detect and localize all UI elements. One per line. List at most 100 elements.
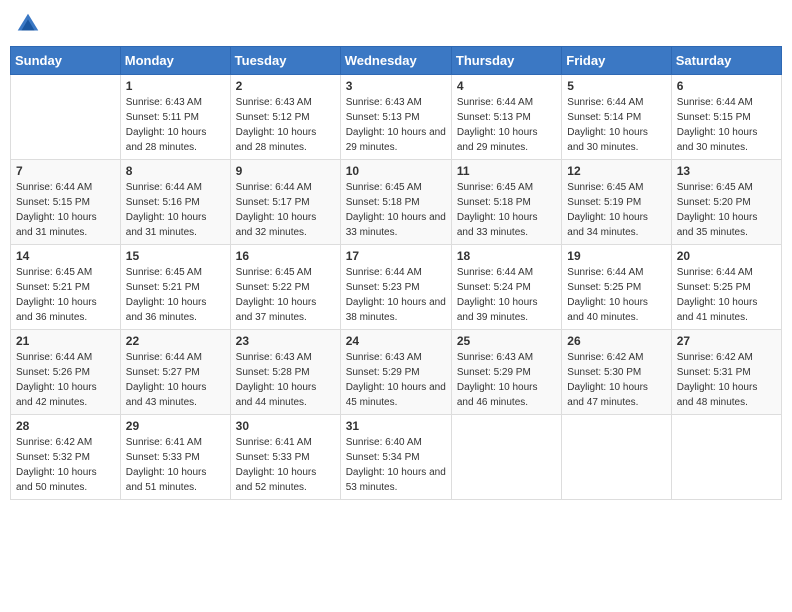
day-info: Sunrise: 6:44 AMSunset: 5:17 PMDaylight:… — [236, 180, 335, 240]
day-number: 10 — [346, 164, 446, 178]
calendar-cell: 4 Sunrise: 6:44 AMSunset: 5:13 PMDaylight… — [451, 75, 561, 160]
day-number: 16 — [236, 249, 335, 263]
day-number: 9 — [236, 164, 335, 178]
day-number: 17 — [346, 249, 446, 263]
calendar-cell: 14Sunrise: 6:45 AMSunset: 5:21 PMDayligh… — [11, 245, 121, 330]
day-number: 13 — [677, 164, 776, 178]
day-number: 15 — [126, 249, 225, 263]
day-header-tuesday: Tuesday — [230, 47, 340, 75]
calendar-cell: 1 Sunrise: 6:43 AMSunset: 5:11 PMDaylight… — [120, 75, 230, 160]
calendar-cell: 3 Sunrise: 6:43 AMSunset: 5:13 PMDaylight… — [340, 75, 451, 160]
day-info: Sunrise: 6:43 AMSunset: 5:13 PMDaylight:… — [346, 95, 446, 155]
calendar-cell: 17 Sunrise: 6:44 AMSunset: 5:23 PMDayligh… — [340, 245, 451, 330]
calendar-cell — [671, 415, 781, 500]
calendar-week-1: 1 Sunrise: 6:43 AMSunset: 5:11 PMDaylight… — [11, 75, 782, 160]
calendar-cell: 25 Sunrise: 6:43 AMSunset: 5:29 PMDayligh… — [451, 330, 561, 415]
day-info: Sunrise: 6:43 AMSunset: 5:11 PMDaylight:… — [126, 95, 225, 155]
logo-icon — [14, 10, 42, 38]
day-number: 20 — [677, 249, 776, 263]
day-info: Sunrise: 6:44 AMSunset: 5:26 PMDaylight:… — [16, 350, 115, 410]
calendar-cell: 20 Sunrise: 6:44 AMSunset: 5:25 PMDayligh… — [671, 245, 781, 330]
day-info: Sunrise: 6:42 AMSunset: 5:30 PMDaylight:… — [567, 350, 665, 410]
day-number: 4 — [457, 79, 556, 93]
day-header-friday: Friday — [562, 47, 671, 75]
calendar-cell: 27 Sunrise: 6:42 AMSunset: 5:31 PMDayligh… — [671, 330, 781, 415]
calendar-cell: 11 Sunrise: 6:45 AMSunset: 5:18 PMDayligh… — [451, 160, 561, 245]
day-info: Sunrise: 6:44 AMSunset: 5:14 PMDaylight:… — [567, 95, 665, 155]
calendar-week-2: 7 Sunrise: 6:44 AMSunset: 5:15 PMDaylight… — [11, 160, 782, 245]
calendar-cell: 19Sunrise: 6:44 AMSunset: 5:25 PMDayligh… — [562, 245, 671, 330]
calendar-cell: 6 Sunrise: 6:44 AMSunset: 5:15 PMDaylight… — [671, 75, 781, 160]
day-info: Sunrise: 6:43 AMSunset: 5:28 PMDaylight:… — [236, 350, 335, 410]
logo — [14, 10, 46, 38]
day-number: 3 — [346, 79, 446, 93]
calendar-cell: 13Sunrise: 6:45 AMSunset: 5:20 PMDayligh… — [671, 160, 781, 245]
day-number: 24 — [346, 334, 446, 348]
day-number: 19 — [567, 249, 665, 263]
calendar-cell — [451, 415, 561, 500]
day-info: Sunrise: 6:45 AMSunset: 5:22 PMDaylight:… — [236, 265, 335, 325]
day-info: Sunrise: 6:40 AMSunset: 5:34 PMDaylight:… — [346, 435, 446, 495]
day-header-thursday: Thursday — [451, 47, 561, 75]
day-info: Sunrise: 6:44 AMSunset: 5:27 PMDaylight:… — [126, 350, 225, 410]
day-info: Sunrise: 6:44 AMSunset: 5:16 PMDaylight:… — [126, 180, 225, 240]
day-info: Sunrise: 6:44 AMSunset: 5:13 PMDaylight:… — [457, 95, 556, 155]
day-header-wednesday: Wednesday — [340, 47, 451, 75]
day-info: Sunrise: 6:44 AMSunset: 5:23 PMDaylight:… — [346, 265, 446, 325]
day-info: Sunrise: 6:41 AMSunset: 5:33 PMDaylight:… — [236, 435, 335, 495]
day-info: Sunrise: 6:45 AMSunset: 5:21 PMDaylight:… — [126, 265, 225, 325]
day-header-saturday: Saturday — [671, 47, 781, 75]
calendar-cell: 7 Sunrise: 6:44 AMSunset: 5:15 PMDaylight… — [11, 160, 121, 245]
day-number: 11 — [457, 164, 556, 178]
day-info: Sunrise: 6:45 AMSunset: 5:18 PMDaylight:… — [457, 180, 556, 240]
day-number: 27 — [677, 334, 776, 348]
day-info: Sunrise: 6:45 AMSunset: 5:21 PMDaylight:… — [16, 265, 115, 325]
day-info: Sunrise: 6:44 AMSunset: 5:15 PMDaylight:… — [677, 95, 776, 155]
day-info: Sunrise: 6:43 AMSunset: 5:29 PMDaylight:… — [346, 350, 446, 410]
page-header — [10, 10, 782, 38]
calendar-cell: 9 Sunrise: 6:44 AMSunset: 5:17 PMDaylight… — [230, 160, 340, 245]
calendar-cell: 8 Sunrise: 6:44 AMSunset: 5:16 PMDaylight… — [120, 160, 230, 245]
day-info: Sunrise: 6:42 AMSunset: 5:31 PMDaylight:… — [677, 350, 776, 410]
day-number: 2 — [236, 79, 335, 93]
day-number: 23 — [236, 334, 335, 348]
day-info: Sunrise: 6:44 AMSunset: 5:25 PMDaylight:… — [677, 265, 776, 325]
day-number: 26 — [567, 334, 665, 348]
calendar-cell: 10 Sunrise: 6:45 AMSunset: 5:18 PMDayligh… — [340, 160, 451, 245]
day-info: Sunrise: 6:45 AMSunset: 5:19 PMDaylight:… — [567, 180, 665, 240]
calendar-cell: 18Sunrise: 6:44 AMSunset: 5:24 PMDayligh… — [451, 245, 561, 330]
calendar-cell: 28 Sunrise: 6:42 AMSunset: 5:32 PMDayligh… — [11, 415, 121, 500]
day-number: 31 — [346, 419, 446, 433]
day-info: Sunrise: 6:42 AMSunset: 5:32 PMDaylight:… — [16, 435, 115, 495]
day-header-sunday: Sunday — [11, 47, 121, 75]
calendar-cell: 23 Sunrise: 6:43 AMSunset: 5:28 PMDayligh… — [230, 330, 340, 415]
calendar-cell: 30Sunrise: 6:41 AMSunset: 5:33 PMDayligh… — [230, 415, 340, 500]
calendar-cell: 12Sunrise: 6:45 AMSunset: 5:19 PMDayligh… — [562, 160, 671, 245]
calendar-week-4: 21Sunrise: 6:44 AMSunset: 5:26 PMDayligh… — [11, 330, 782, 415]
day-number: 6 — [677, 79, 776, 93]
day-number: 1 — [126, 79, 225, 93]
day-number: 22 — [126, 334, 225, 348]
day-info: Sunrise: 6:43 AMSunset: 5:29 PMDaylight:… — [457, 350, 556, 410]
day-info: Sunrise: 6:44 AMSunset: 5:15 PMDaylight:… — [16, 180, 115, 240]
day-number: 8 — [126, 164, 225, 178]
calendar-cell — [562, 415, 671, 500]
day-info: Sunrise: 6:43 AMSunset: 5:12 PMDaylight:… — [236, 95, 335, 155]
calendar-cell: 2 Sunrise: 6:43 AMSunset: 5:12 PMDaylight… — [230, 75, 340, 160]
calendar-cell: 15 Sunrise: 6:45 AMSunset: 5:21 PMDayligh… — [120, 245, 230, 330]
calendar-table: SundayMondayTuesdayWednesdayThursdayFrid… — [10, 46, 782, 500]
day-header-monday: Monday — [120, 47, 230, 75]
calendar-cell: 26 Sunrise: 6:42 AMSunset: 5:30 PMDayligh… — [562, 330, 671, 415]
day-number: 28 — [16, 419, 115, 433]
day-number: 7 — [16, 164, 115, 178]
calendar-cell: 31 Sunrise: 6:40 AMSunset: 5:34 PMDayligh… — [340, 415, 451, 500]
day-number: 29 — [126, 419, 225, 433]
calendar-cell: 16 Sunrise: 6:45 AMSunset: 5:22 PMDayligh… — [230, 245, 340, 330]
day-info: Sunrise: 6:45 AMSunset: 5:18 PMDaylight:… — [346, 180, 446, 240]
calendar-week-3: 14Sunrise: 6:45 AMSunset: 5:21 PMDayligh… — [11, 245, 782, 330]
calendar-week-5: 28 Sunrise: 6:42 AMSunset: 5:32 PMDayligh… — [11, 415, 782, 500]
calendar-cell: 24 Sunrise: 6:43 AMSunset: 5:29 PMDayligh… — [340, 330, 451, 415]
day-number: 25 — [457, 334, 556, 348]
day-number: 5 — [567, 79, 665, 93]
calendar-header-row: SundayMondayTuesdayWednesdayThursdayFrid… — [11, 47, 782, 75]
